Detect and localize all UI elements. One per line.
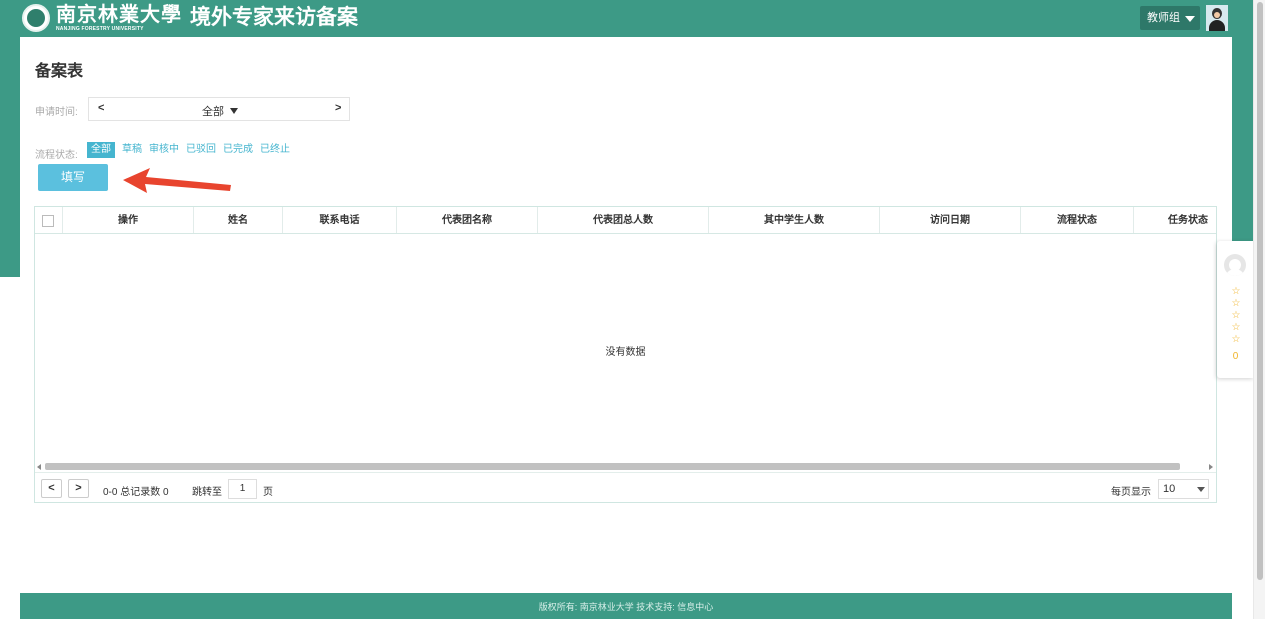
star-rating[interactable]: ☆ ☆ ☆ ☆ ☆	[1229, 286, 1243, 346]
scroll-right-icon[interactable]	[1209, 464, 1213, 470]
per-page-value: 10	[1163, 483, 1176, 495]
column-header[interactable]: 其中学生人数	[709, 207, 880, 233]
caret-down-icon	[1185, 16, 1195, 22]
records-table: 操作 姓名 联系电话 代表团名称 代表团总人数 其中学生人数 访问日期 流程状态…	[34, 206, 1217, 503]
status-filter-label: 流程状态:	[35, 150, 78, 161]
column-header[interactable]: 访问日期	[880, 207, 1021, 233]
star-icon[interactable]: ☆	[1229, 322, 1243, 334]
red-arrow-annotation-icon	[123, 168, 231, 193]
date-range-select[interactable]: 全部	[202, 103, 224, 119]
column-header[interactable]: 操作	[63, 207, 194, 233]
date-filter: < 全部 >	[88, 97, 350, 121]
date-prev-button[interactable]: <	[98, 102, 104, 114]
empty-table-message: 没有数据	[605, 347, 646, 358]
scrollbar-thumb[interactable]	[45, 463, 1180, 470]
user-group-dropdown[interactable]: 教师组	[1140, 6, 1200, 30]
chevron-down-icon	[1197, 487, 1205, 492]
scrollbar-thumb[interactable]	[1257, 2, 1263, 580]
status-tab-draft[interactable]: 草稿	[122, 142, 142, 158]
user-group-label: 教师组	[1147, 12, 1180, 24]
status-tab-all[interactable]: 全部	[87, 142, 115, 158]
pagination-bar: < > 0-0 总记录数 0 跳转至 1 页 每页显示 10	[35, 472, 1216, 503]
page-unit-label: 页	[263, 487, 273, 498]
page-title: 备案表	[35, 63, 84, 80]
rater-avatar-icon	[1224, 254, 1246, 276]
star-icon[interactable]: ☆	[1229, 310, 1243, 322]
fill-button[interactable]: 填写	[38, 164, 108, 191]
table-header: 操作 姓名 联系电话 代表团名称 代表团总人数 其中学生人数 访问日期 流程状态…	[35, 207, 1216, 234]
status-tab-reviewing[interactable]: 审核中	[149, 142, 179, 158]
column-header[interactable]: 流程状态	[1021, 207, 1134, 233]
university-emblem-icon	[22, 4, 50, 32]
logo-en-text: NANJING FORESTRY UNIVERSITY	[56, 26, 144, 32]
logo-cn-text: 南京林業大學	[56, 2, 182, 26]
prev-page-button[interactable]: <	[41, 479, 62, 498]
date-next-button[interactable]: >	[335, 102, 341, 114]
select-all-checkbox[interactable]	[35, 207, 63, 233]
status-tab-completed[interactable]: 已完成	[223, 142, 253, 158]
star-icon[interactable]: ☆	[1229, 334, 1243, 346]
app-title: 境外专家来访备案	[190, 6, 358, 29]
page-number-input[interactable]: 1	[228, 479, 257, 499]
status-tab-terminated[interactable]: 已终止	[260, 142, 290, 158]
column-header[interactable]: 姓名	[194, 207, 283, 233]
next-page-button[interactable]: >	[68, 479, 89, 498]
user-avatar[interactable]	[1206, 5, 1228, 31]
vertical-scrollbar[interactable]	[1253, 0, 1265, 619]
per-page-label: 每页显示	[1111, 487, 1151, 498]
star-icon[interactable]: ☆	[1229, 286, 1243, 298]
rating-widget[interactable]: ☆ ☆ ☆ ☆ ☆ 0	[1217, 241, 1254, 378]
university-logo[interactable]: 南京林業大學 NANJING FORESTRY UNIVERSITY	[56, 2, 182, 33]
per-page-select[interactable]: 10	[1158, 479, 1209, 499]
column-header[interactable]: 任务状态	[1134, 207, 1216, 233]
record-range-text: 0-0 总记录数 0	[103, 487, 169, 498]
column-header[interactable]: 代表团名称	[397, 207, 538, 233]
status-tab-rejected[interactable]: 已驳回	[186, 142, 216, 158]
date-filter-label: 申请时间:	[35, 107, 78, 118]
main-card: 备案表 申请时间: < 全部 > 流程状态: 全部 草稿 审核中 已驳回 已完成…	[20, 37, 1232, 593]
horizontal-scrollbar[interactable]	[35, 462, 1216, 472]
jump-to-label: 跳转至	[192, 487, 222, 498]
triangle-down-icon[interactable]	[230, 108, 238, 114]
scroll-left-icon[interactable]	[37, 464, 41, 470]
status-tabs: 全部 草稿 审核中 已驳回 已完成 已终止	[87, 142, 297, 158]
column-header[interactable]: 代表团总人数	[538, 207, 709, 233]
top-header: 南京林業大學 NANJING FORESTRY UNIVERSITY 境外专家来…	[0, 0, 1253, 37]
rating-count: 0	[1232, 351, 1239, 362]
footer: 版权所有: 南京林业大学 技术支持: 信息中心	[20, 593, 1232, 619]
star-icon[interactable]: ☆	[1229, 298, 1243, 310]
column-header[interactable]: 联系电话	[283, 207, 397, 233]
